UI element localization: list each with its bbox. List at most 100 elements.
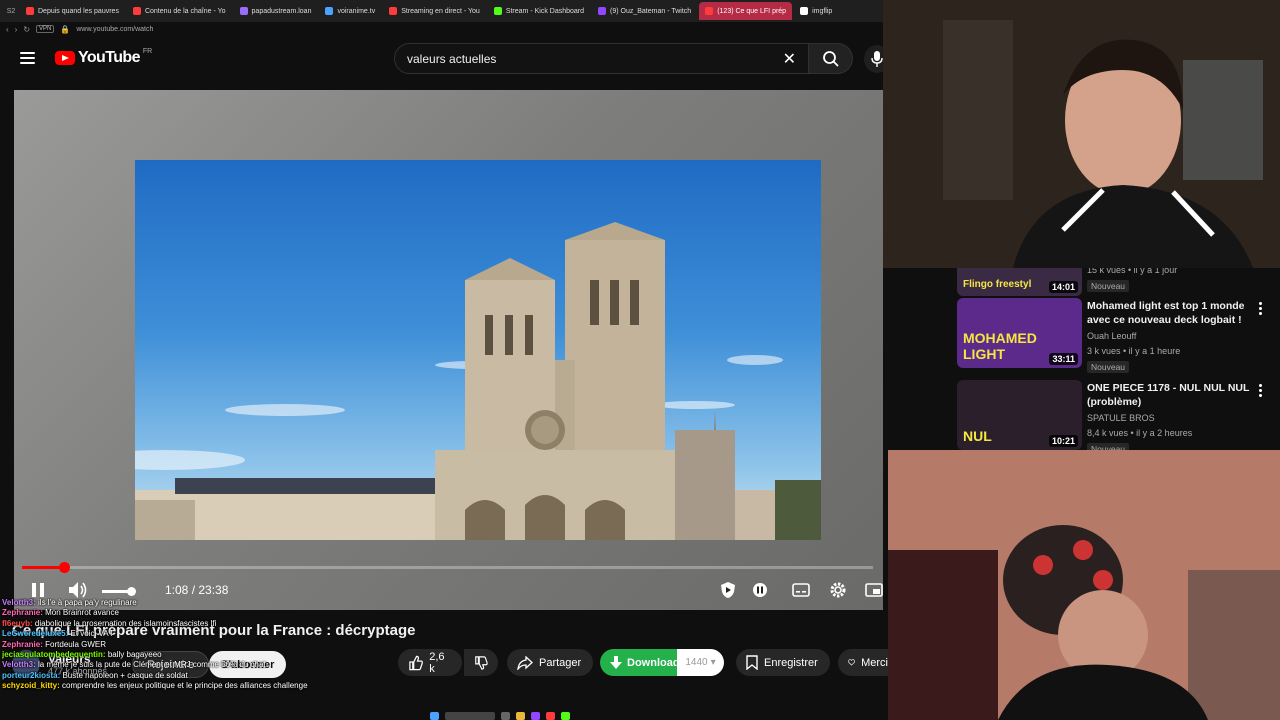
browser-tab[interactable]: Streaming en direct - You (383, 2, 486, 20)
browser-tab[interactable]: Stream - Kick Dashboard (488, 2, 590, 20)
search-query: valeurs actuelles (407, 51, 497, 66)
search-button[interactable] (809, 43, 853, 74)
forward-icon[interactable]: › (15, 25, 18, 34)
subtitles-icon (792, 583, 810, 597)
video-title[interactable]: Mohamed light est top 1 monde avec ce no… (1087, 299, 1259, 327)
chat-username: jeciasqulatombedequentin: (2, 650, 106, 660)
seek-handle[interactable] (58, 562, 70, 573)
youtube-play-icon (55, 51, 75, 65)
autoplay-toggle[interactable] (748, 578, 772, 602)
chat-username: LeGweredeluxe5: (2, 629, 69, 639)
menu-icon[interactable] (20, 52, 35, 64)
download-quality: 1440 (685, 657, 708, 668)
streamer-cam-image (888, 450, 1280, 720)
save-button[interactable]: Enregistrer (736, 649, 830, 676)
browser-tab[interactable]: papadustream.loan (234, 2, 318, 20)
address-bar[interactable]: ‹ › ↻ VPN 🔒 www.youtube.com/watch (0, 22, 883, 36)
tab-favicon-icon (598, 7, 607, 15)
thanks-label: Merci (861, 656, 888, 669)
taskbar-search[interactable] (445, 711, 495, 720)
streamer-cam-image (883, 0, 1280, 268)
browser-tab[interactable]: Depuis quand les pauvres (20, 2, 125, 20)
tab-label: Contenu de la chaîne - Yo (144, 7, 226, 15)
browser-tab[interactable]: (123) Ce que LFI prép (699, 2, 793, 20)
tab-favicon-icon (800, 7, 809, 15)
video-title[interactable]: ONE PIECE 1178 - NUL NUL NUL (problème) (1087, 381, 1259, 409)
download-label: Download (627, 656, 680, 669)
recommended-video[interactable]: Flingo freestyl 14:01 15 k vues • il y a 1… (953, 268, 1278, 298)
tab-favicon-icon (493, 7, 502, 15)
chat-text: Buste napoleon + casque de soldat (62, 670, 188, 680)
search-icon (822, 50, 839, 67)
browser-tab-bar: S2 Depuis quand les pauvres Contenu de la… (0, 0, 883, 22)
recommended-video[interactable]: MOHAMED LIGHT 33:11 Mohamed light est top … (953, 298, 1278, 373)
subtitles-button[interactable] (789, 578, 813, 602)
taskbar-app-icon[interactable] (501, 711, 510, 720)
chat-username: Velotth3: (2, 660, 36, 670)
windows-start-icon[interactable] (430, 711, 439, 720)
chat-message: LeGweredeluxe5: Et voici VA ! (2, 629, 422, 639)
country-code: FR (142, 47, 153, 55)
kick-icon[interactable] (561, 711, 570, 720)
search-input[interactable]: valeurs actuelles ✕ (394, 43, 809, 74)
like-count: 2,6 k (429, 650, 445, 675)
reload-icon[interactable]: ↻ (23, 25, 30, 34)
sponsorblock-button[interactable] (716, 578, 740, 602)
miniplayer-button[interactable] (862, 578, 883, 602)
dislike-button[interactable] (464, 649, 498, 676)
chat-text: bally bagayeeo (107, 650, 162, 660)
settings-button[interactable] (826, 578, 850, 602)
autoplay-icon (753, 583, 767, 597)
workspace-label: S2 (6, 7, 16, 15)
new-badge: Nouveau (1087, 280, 1130, 292)
video-duration: 10:21 (1048, 435, 1078, 447)
chevron-down-icon: ▾ (710, 657, 716, 668)
chat-text: Fortdeula GWER (45, 639, 107, 649)
seek-bar[interactable] (22, 562, 873, 573)
browser-tab[interactable]: imgflip (794, 2, 838, 20)
video-thumbnail[interactable]: MOHAMED LIGHT 33:11 (957, 298, 1082, 368)
youtube-logo[interactable]: YouTube FR (55, 47, 153, 67)
tab-favicon-icon (239, 7, 248, 15)
taskbar (430, 711, 830, 720)
tab-favicon-icon (389, 7, 398, 15)
chat-text: Et voici VA ! (70, 629, 113, 639)
chat-username: Zephranie: (2, 639, 43, 649)
volume-slider[interactable] (102, 587, 136, 596)
video-player[interactable]: 1:08 / 23:38 (14, 90, 883, 610)
more-options-icon[interactable] (1259, 302, 1262, 315)
chat-username: Zephranie: (2, 608, 43, 618)
clear-search-icon[interactable]: ✕ (783, 49, 796, 69)
chat-message: Velotth3: ils l'e à papa pa'y regulinare (2, 598, 422, 608)
webcam-top (883, 0, 1280, 268)
vpn-badge[interactable]: VPN (36, 25, 55, 33)
tab-favicon-icon (325, 7, 334, 15)
back-icon[interactable]: ‹ (6, 25, 9, 34)
pause-icon (32, 583, 44, 597)
lock-icon: 🔒 (60, 24, 71, 34)
chat-username: Velotth3: (2, 598, 36, 607)
browser-tab[interactable]: voiranime.tv (319, 2, 381, 20)
channel-name[interactable]: Ouah Leouff (1087, 331, 1136, 341)
recommended-video[interactable]: NUL 10:21 ONE PIECE 1178 - NUL NUL NUL (pr… (953, 380, 1278, 450)
chat-text: ils l'e à papa pa'y regulinare (38, 598, 137, 607)
video-thumbnail[interactable]: Flingo freestyl 14:01 (957, 268, 1082, 296)
twitch-icon[interactable] (531, 711, 540, 720)
video-thumbnail[interactable]: NUL 10:21 (957, 380, 1082, 450)
more-options-icon[interactable] (1259, 384, 1262, 397)
browser-tab[interactable]: (9) Ouz_Bateman - Twitch (592, 2, 697, 20)
chat-text: la même je suis la pute de Clément et MR… (38, 660, 266, 670)
tab-label: papadustream.loan (251, 7, 312, 15)
share-button[interactable]: Partager (507, 649, 593, 676)
url-text[interactable]: www.youtube.com/watch (76, 26, 153, 33)
folder-icon[interactable] (516, 711, 525, 720)
chat-message: jeciasqulatombedequentin: bally bagayeeo (2, 650, 422, 660)
app-icon[interactable] (546, 711, 555, 720)
download-quality-select[interactable]: 1440 ▾ (677, 649, 724, 676)
video-meta: 8,4 k vues • il y a 2 heures (1087, 428, 1193, 438)
channel-name[interactable]: SPATULE BROS (1087, 413, 1155, 423)
browser-tab[interactable]: Contenu de la chaîne - Yo (127, 2, 232, 20)
chat-message: fl6euyb: diabolique la prosernation des … (2, 619, 422, 629)
tab-label: voiranime.tv (337, 7, 376, 15)
new-badge: Nouveau (1087, 361, 1130, 373)
